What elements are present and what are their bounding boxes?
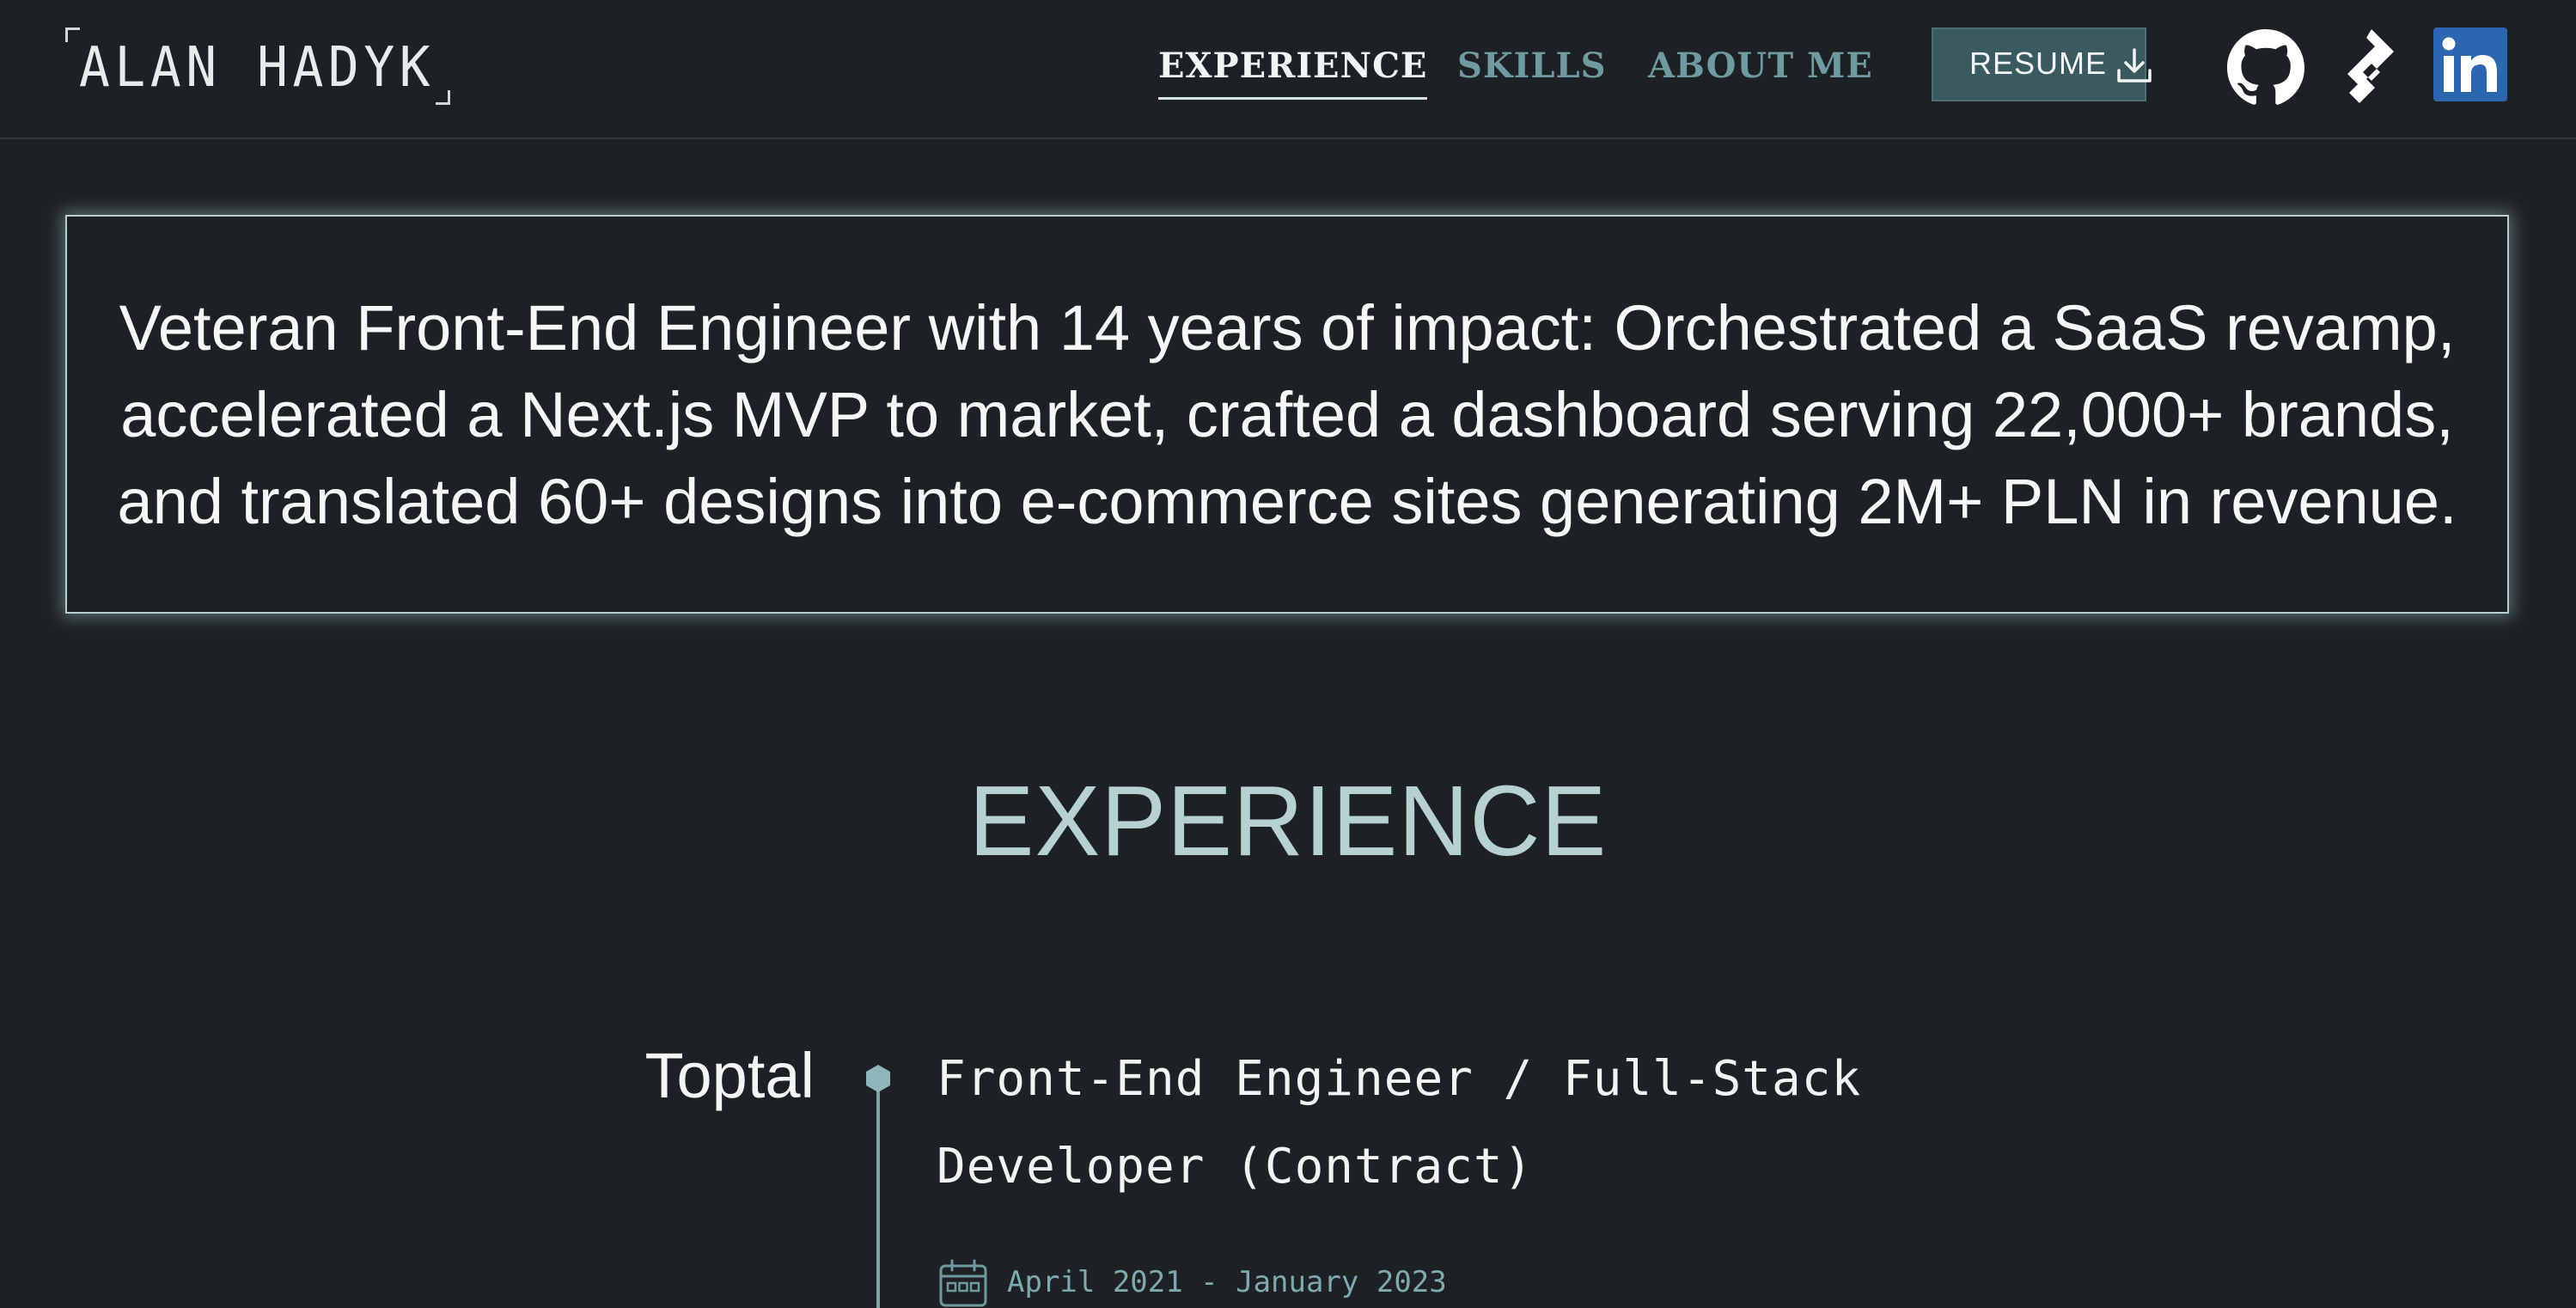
hero-summary-box: Veteran Front-End Engineer with 14 years…: [65, 215, 2509, 614]
experience-date: April 2021 - January 2023: [1007, 1265, 1447, 1299]
linkedin-icon[interactable]: [2433, 28, 2507, 101]
logo-corner-bottom-right: [436, 90, 450, 105]
site-logo[interactable]: ALAN HADYK: [62, 24, 450, 105]
toptal-icon[interactable]: [2341, 29, 2394, 103]
experience-section-title: EXPERIENCE: [968, 765, 1608, 877]
nav-link-about-me[interactable]: ABOUT ME: [1648, 38, 1873, 95]
resume-button-label: RESUME: [1969, 46, 2108, 81]
github-icon[interactable]: [2227, 29, 2304, 107]
nav-link-skills[interactable]: SKILLS: [1457, 38, 1607, 95]
calendar-icon: [939, 1259, 987, 1307]
site-header: ALAN HADYK EXPERIENCE SKILLS ABOUT ME RE…: [0, 0, 2576, 139]
nav-link-experience[interactable]: EXPERIENCE: [1158, 38, 1428, 100]
timeline-node-icon: [866, 1065, 890, 1092]
experience-company: Toptal: [644, 1040, 815, 1111]
experience-role: Front-End Engineer / Full-Stack Develope…: [937, 1051, 1862, 1195]
timeline-line: [876, 1078, 880, 1308]
resume-download-button[interactable]: RESUME: [1932, 28, 2152, 101]
logo-text: ALAN HADYK: [79, 36, 436, 100]
download-icon: [2117, 48, 2152, 83]
hero-summary-text: Veteran Front-End Engineer with 14 years…: [117, 291, 2457, 537]
logo-corner-top-left: [65, 28, 80, 42]
